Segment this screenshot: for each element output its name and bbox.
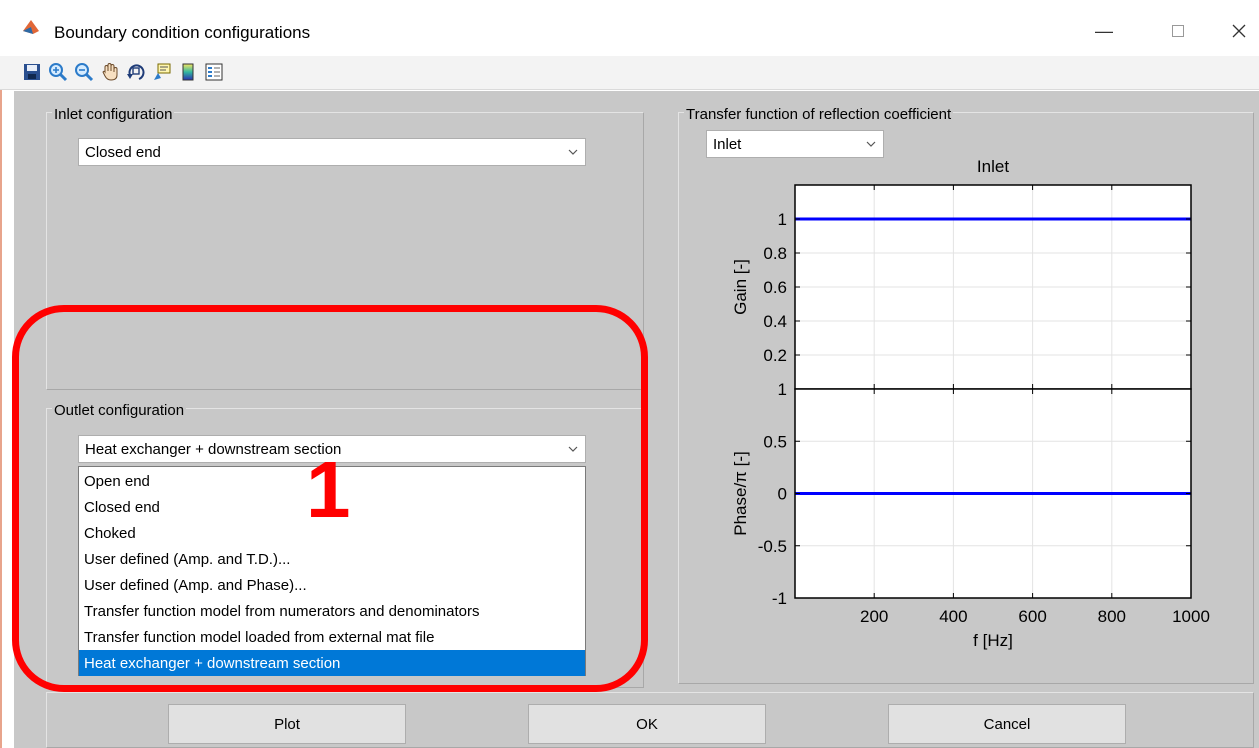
y-axis-label-0: Gain [-]	[731, 259, 750, 315]
y-tick-label: 1	[778, 380, 787, 399]
x-axis-label: f [Hz]	[973, 631, 1013, 650]
save-icon[interactable]	[22, 62, 42, 82]
rotate-3d-icon[interactable]	[126, 62, 146, 82]
transfer-function-label: Transfer function of reflection coeffici…	[684, 106, 954, 123]
x-tick-label: 400	[939, 607, 967, 626]
x-tick-label: 600	[1018, 607, 1046, 626]
y-tick-label: 0.4	[763, 312, 787, 331]
y-tick-label: 1	[778, 210, 787, 229]
y-tick-label: 0.5	[763, 432, 787, 451]
plot-button[interactable]: Plot	[168, 704, 406, 744]
x-tick-label: 1000	[1172, 607, 1210, 626]
reflection-coefficient-chart: Inlet 0.2 0.4 0.6 0.8 1 Gain [-] -1 -0.5 0 0.5 1 Pha…	[731, 157, 1210, 650]
ok-button[interactable]: OK	[528, 704, 766, 744]
inlet-config-label: Inlet configuration	[52, 106, 175, 123]
chevron-down-icon	[561, 139, 585, 165]
inlet-config-select[interactable]: Closed end	[78, 138, 586, 166]
data-cursor-icon[interactable]	[152, 62, 172, 82]
close-icon[interactable]	[1219, 14, 1259, 48]
transfer-function-value: Inlet	[713, 135, 742, 153]
pan-hand-icon[interactable]	[100, 62, 120, 82]
y-tick-label: -1	[772, 589, 787, 608]
maximize-icon[interactable]	[1158, 14, 1198, 48]
inlet-config-value: Closed end	[85, 143, 161, 161]
zoom-out-icon[interactable]	[74, 62, 94, 82]
zoom-in-icon[interactable]	[48, 62, 68, 82]
x-tick-label: 800	[1098, 607, 1126, 626]
y-tick-label: 0.6	[763, 278, 787, 297]
minimize-icon[interactable]: —	[1084, 14, 1124, 48]
cancel-button[interactable]: Cancel	[888, 704, 1126, 744]
colorbar-icon[interactable]	[178, 62, 198, 82]
y-tick-label: 0	[778, 485, 787, 504]
matlab-logo-icon	[22, 18, 40, 36]
legend-icon[interactable]	[204, 62, 224, 82]
y-tick-label: 0.2	[763, 346, 787, 365]
y-tick-label: -0.5	[758, 537, 787, 556]
y-axis-label-1: Phase/π [-]	[731, 451, 750, 536]
title-bar: Boundary condition configurations —	[0, 0, 1259, 56]
annotation-step-number: 1	[306, 445, 351, 534]
window-title: Boundary condition configurations	[54, 23, 311, 42]
x-tick-label: 200	[860, 607, 888, 626]
y-tick-label: 0.8	[763, 244, 787, 263]
chart-title: Inlet	[977, 157, 1009, 176]
